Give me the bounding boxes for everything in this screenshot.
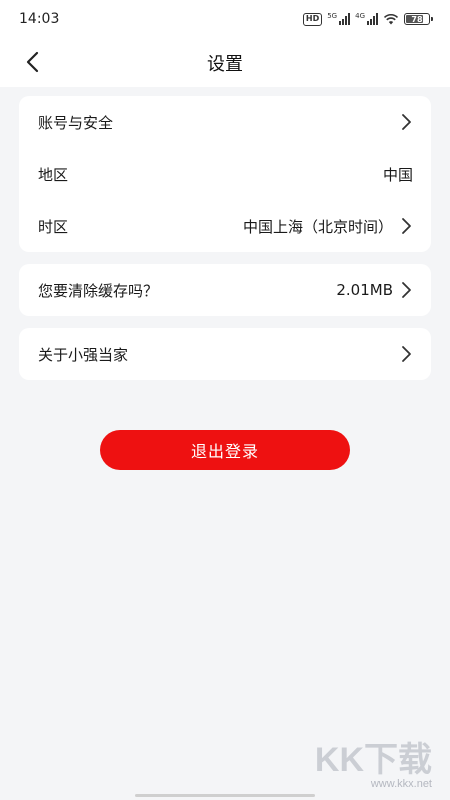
cache-card: 您要清除缓存吗？ 2.01MB: [19, 264, 431, 316]
page-title: 设置: [207, 53, 243, 75]
nav-bar: 设置: [0, 38, 450, 87]
status-time: 14:03: [19, 11, 60, 27]
timezone-value: 中国上海（北京时间）: [242, 217, 393, 236]
logout-button[interactable]: 退出登录: [100, 430, 350, 470]
status-bar: 14:03 HD 5G 4G 78: [0, 0, 450, 38]
chevron-right-icon: [402, 282, 411, 298]
timezone-label: 时区: [38, 217, 69, 236]
battery-icon: 78: [404, 13, 433, 25]
signal-5g-icon: 5G: [327, 12, 351, 25]
about-card: 关于小强当家: [19, 328, 431, 380]
chevron-right-icon: [402, 218, 411, 234]
wifi-icon: [383, 13, 399, 25]
watermark-logo: KK下载: [314, 741, 432, 779]
account-security-label: 账号与安全: [38, 113, 114, 132]
battery-level: 78: [411, 14, 423, 24]
watermark-url: www.kkx.net: [370, 778, 432, 790]
chevron-left-icon: [26, 51, 39, 73]
clear-cache-row[interactable]: 您要清除缓存吗？ 2.01MB: [19, 264, 431, 316]
chevron-right-icon: [402, 346, 411, 362]
signal-4g-label: 4G: [355, 12, 365, 20]
about-label: 关于小强当家: [38, 345, 129, 364]
about-row[interactable]: 关于小强当家: [19, 328, 431, 380]
logout-wrap: 退出登录: [0, 430, 450, 470]
signal-5g-label: 5G: [327, 12, 338, 20]
region-row: 地区 中国: [19, 148, 431, 200]
region-value: 中国: [382, 165, 413, 184]
cache-size-value: 2.01MB: [336, 281, 393, 299]
clear-cache-label: 您要清除缓存吗？: [38, 281, 159, 300]
region-label: 地区: [38, 165, 69, 184]
account-security-row[interactable]: 账号与安全: [19, 96, 431, 148]
chevron-right-icon: [402, 114, 411, 130]
account-settings-card: 账号与安全 地区 中国 时区 中国上海（北京时间）: [19, 96, 431, 252]
top-area: 14:03 HD 5G 4G 78 设置: [0, 0, 450, 87]
status-icons: HD 5G 4G 78: [302, 12, 433, 26]
home-indicator: [135, 794, 315, 797]
signal-4g-icon: 4G: [355, 13, 378, 25]
timezone-row[interactable]: 时区 中国上海（北京时间）: [19, 200, 431, 252]
hd-icon: HD: [302, 12, 323, 26]
back-button[interactable]: [18, 48, 46, 76]
watermark: KK下载 www.kkx.net: [315, 742, 432, 790]
